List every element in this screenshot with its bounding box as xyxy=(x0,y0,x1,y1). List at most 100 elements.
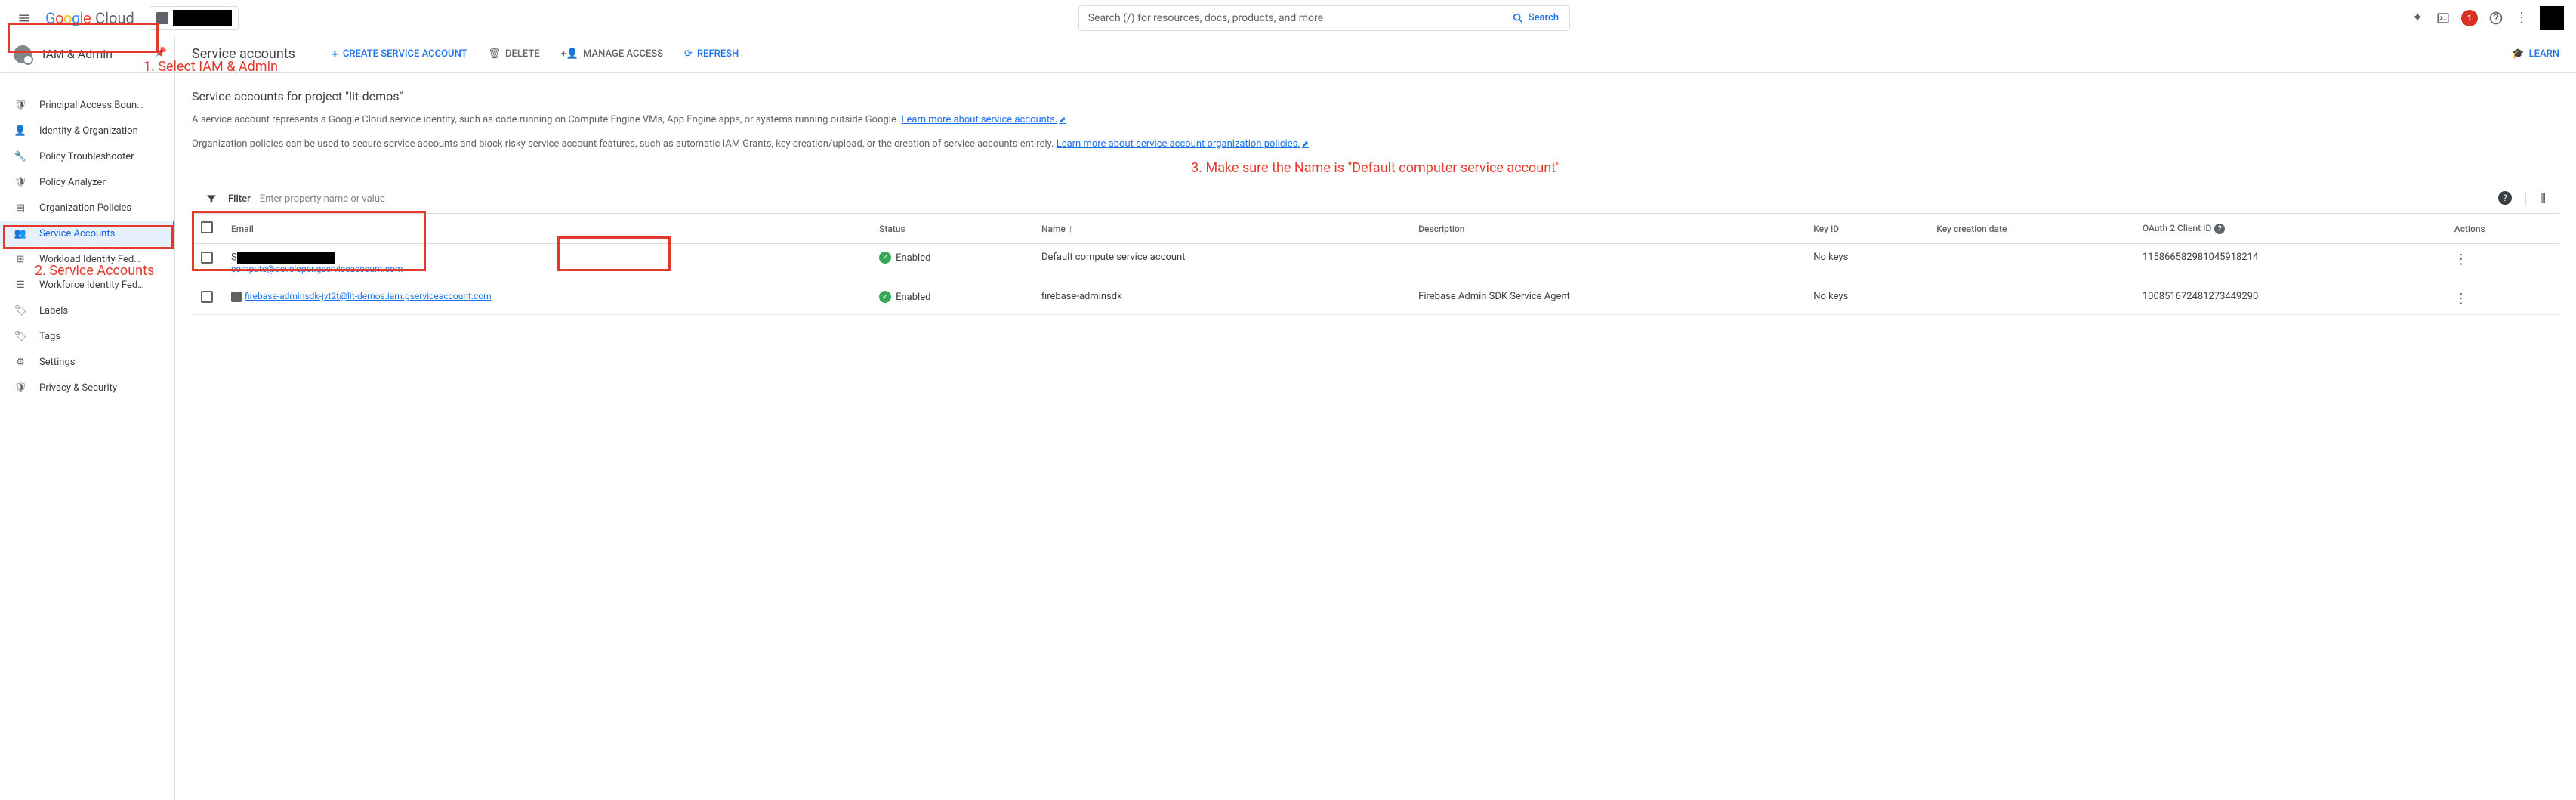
keydate-cell xyxy=(1927,283,2133,315)
separator xyxy=(2525,191,2526,206)
email-link[interactable]: compute@developer.gserviceaccount.com xyxy=(231,264,403,274)
sidebar-item-privacy-security[interactable]: 🛡Privacy & Security xyxy=(0,375,174,400)
top-bar: Google Cloud Search (/) for resources, d… xyxy=(0,0,2576,36)
google-cloud-logo[interactable]: Google Cloud xyxy=(45,9,134,27)
status-text: Enabled xyxy=(896,252,930,264)
manage-access-button[interactable]: +👤MANAGE ACCESS xyxy=(561,48,663,60)
sidebar-item-service-accounts[interactable]: 👥Service Accounts xyxy=(0,221,174,246)
status-text: Enabled xyxy=(896,292,930,303)
email-link[interactable]: firebase-adminsdk-jvt2t@lit-demos.iam.gs… xyxy=(245,291,492,301)
nav-list: 🛡 Principal Access Boun… 👤Identity & Orga… xyxy=(0,73,174,400)
sidebar-item-label: Principal Access Boun… xyxy=(39,100,143,111)
name-cell: firebase-adminsdk xyxy=(1032,283,1409,315)
row-actions-menu[interactable]: ⋮ xyxy=(2454,252,2468,267)
row-actions-menu[interactable]: ⋮ xyxy=(2454,291,2468,307)
policy-icon: 🛡 xyxy=(14,175,27,189)
search-button[interactable]: Search xyxy=(1501,5,1570,31)
filter-bar: Filter Enter property name or value ? ⦀ xyxy=(192,184,2559,214)
pin-icon[interactable]: 📌 xyxy=(154,47,167,59)
sort-asc-icon: ↑ xyxy=(1068,223,1073,235)
help-icon[interactable] xyxy=(2488,11,2504,26)
refresh-icon: ⟳ xyxy=(684,48,693,60)
search-input[interactable]: Search (/) for resources, docs, products… xyxy=(1078,5,1501,31)
keyid-cell: No keys xyxy=(1804,283,1927,315)
th-email[interactable]: Email xyxy=(222,214,870,244)
learn-more-org-policies-link[interactable]: Learn more about service account organiz… xyxy=(1057,138,1309,150)
content-desc-2: Organization policies can be used to sec… xyxy=(192,137,2559,152)
external-link-icon: ⬈ xyxy=(1302,139,1309,149)
sidebar-item-label: Organization Policies xyxy=(39,202,131,214)
project-icon xyxy=(156,12,168,24)
sidebar-item-tags[interactable]: 🏷 Tags xyxy=(0,323,174,349)
row-checkbox[interactable] xyxy=(201,252,213,264)
email-prefix: S xyxy=(231,252,237,263)
external-link-icon: ⬈ xyxy=(1059,115,1066,125)
refresh-button[interactable]: ⟳REFRESH xyxy=(684,48,739,60)
hamburger-menu-icon[interactable] xyxy=(6,0,42,36)
table-row: firebase-adminsdk-jvt2t@lit-demos.iam.gs… xyxy=(192,283,2559,315)
sidebar-item-label: Service Accounts xyxy=(39,228,115,239)
tags-icon: 🏷 xyxy=(14,304,27,317)
cloud-shell-icon[interactable] xyxy=(2436,11,2451,26)
annotation-text-2: 2. Service Accounts xyxy=(35,263,154,279)
trash-icon: 🗑 xyxy=(489,48,501,60)
notifications-badge[interactable]: 1 xyxy=(2461,10,2478,26)
column-picker-icon[interactable]: ⦀ xyxy=(2540,191,2546,207)
annotation-text-1: 1. Select IAM & Admin xyxy=(143,59,278,75)
filter-input[interactable]: Enter property name or value xyxy=(260,193,2489,205)
th-actions: Actions xyxy=(2445,214,2559,244)
tag-icon: 🏷 xyxy=(14,329,27,343)
sidebar-item-label: Policy Analyzer xyxy=(39,177,106,188)
sidebar-item-policy-analyzer[interactable]: 🛡 Policy Analyzer xyxy=(0,169,174,195)
oauth-cell: 100851672481273449290 xyxy=(2133,283,2445,315)
shield-person-icon: 🛡 xyxy=(14,98,27,112)
status-ok-icon: ✓ xyxy=(879,291,891,303)
sidebar-item-principal-access[interactable]: 🛡 Principal Access Boun… xyxy=(0,92,174,118)
service-accounts-table: Email Status Name ↑ Description Key ID K… xyxy=(192,214,2559,315)
sidebar-item-label: Tags xyxy=(39,331,60,342)
sa-row-icon xyxy=(231,292,242,302)
more-icon[interactable]: ⋮ xyxy=(2514,11,2529,26)
gear-icon: ⚙ xyxy=(14,355,27,369)
content-subtitle: Service accounts for project "lit-demos" xyxy=(192,89,2559,103)
th-keydate[interactable]: Key creation date xyxy=(1927,214,2133,244)
sidebar-header-label: IAM & Admin xyxy=(42,47,113,61)
main-content: Service accounts +CREATE SERVICE ACCOUNT… xyxy=(175,36,2576,800)
wif-icon: ⊞ xyxy=(14,252,27,266)
help-icon[interactable]: ? xyxy=(2214,224,2225,234)
description-cell: Firebase Admin SDK Service Agent xyxy=(1409,283,1804,315)
sidebar-item-identity-org[interactable]: 👤Identity & Organization xyxy=(0,118,174,144)
annotation-text-3: 3. Make sure the Name is "Default comput… xyxy=(192,160,2559,176)
project-name-redacted xyxy=(173,10,232,26)
help-icon[interactable]: ? xyxy=(2498,191,2512,205)
learn-more-sa-link[interactable]: Learn more about service accounts.⬈ xyxy=(902,114,1066,125)
sidebar-item-policy-troubleshooter[interactable]: 🔧Policy Troubleshooter xyxy=(0,144,174,169)
th-keyid[interactable]: Key ID xyxy=(1804,214,1927,244)
sidebar-item-label: Settings xyxy=(39,357,75,368)
delete-button[interactable]: 🗑DELETE xyxy=(489,48,540,60)
sidebar-item-label: Labels xyxy=(39,305,68,317)
name-cell: Default compute service account xyxy=(1032,244,1409,283)
shield-icon: 🛡 xyxy=(14,381,27,394)
avatar-redacted[interactable] xyxy=(2540,6,2564,30)
list-doc-icon: ▤ xyxy=(14,201,27,215)
sidebar-item-org-policies[interactable]: ▤ Organization Policies xyxy=(0,195,174,221)
gemini-icon[interactable]: ✦ xyxy=(2410,11,2425,26)
project-picker[interactable] xyxy=(150,6,239,30)
th-name[interactable]: Name ↑ xyxy=(1032,214,1409,244)
learn-button[interactable]: 🎓LEARN xyxy=(2512,48,2559,60)
keydate-cell xyxy=(1927,244,2133,283)
row-checkbox[interactable] xyxy=(201,291,213,303)
oauth-cell: 115866582981045918214 xyxy=(2133,244,2445,283)
keyid-cell: No keys xyxy=(1804,244,1927,283)
th-oauth[interactable]: OAuth 2 Client ID? xyxy=(2133,214,2445,244)
sidebar-item-settings[interactable]: ⚙ Settings xyxy=(0,349,174,375)
filter-label: Filter xyxy=(228,193,251,205)
iam-admin-icon xyxy=(14,45,32,63)
th-status[interactable]: Status xyxy=(870,214,1032,244)
select-all-checkbox[interactable] xyxy=(201,221,213,233)
sidebar-item-labels[interactable]: 🏷 Labels xyxy=(0,298,174,323)
th-description[interactable]: Description xyxy=(1409,214,1804,244)
create-service-account-button[interactable]: +CREATE SERVICE ACCOUNT xyxy=(332,47,467,61)
sidebar: IAM & Admin 📌 🛡 Principal Access Boun… 👤I… xyxy=(0,36,175,800)
